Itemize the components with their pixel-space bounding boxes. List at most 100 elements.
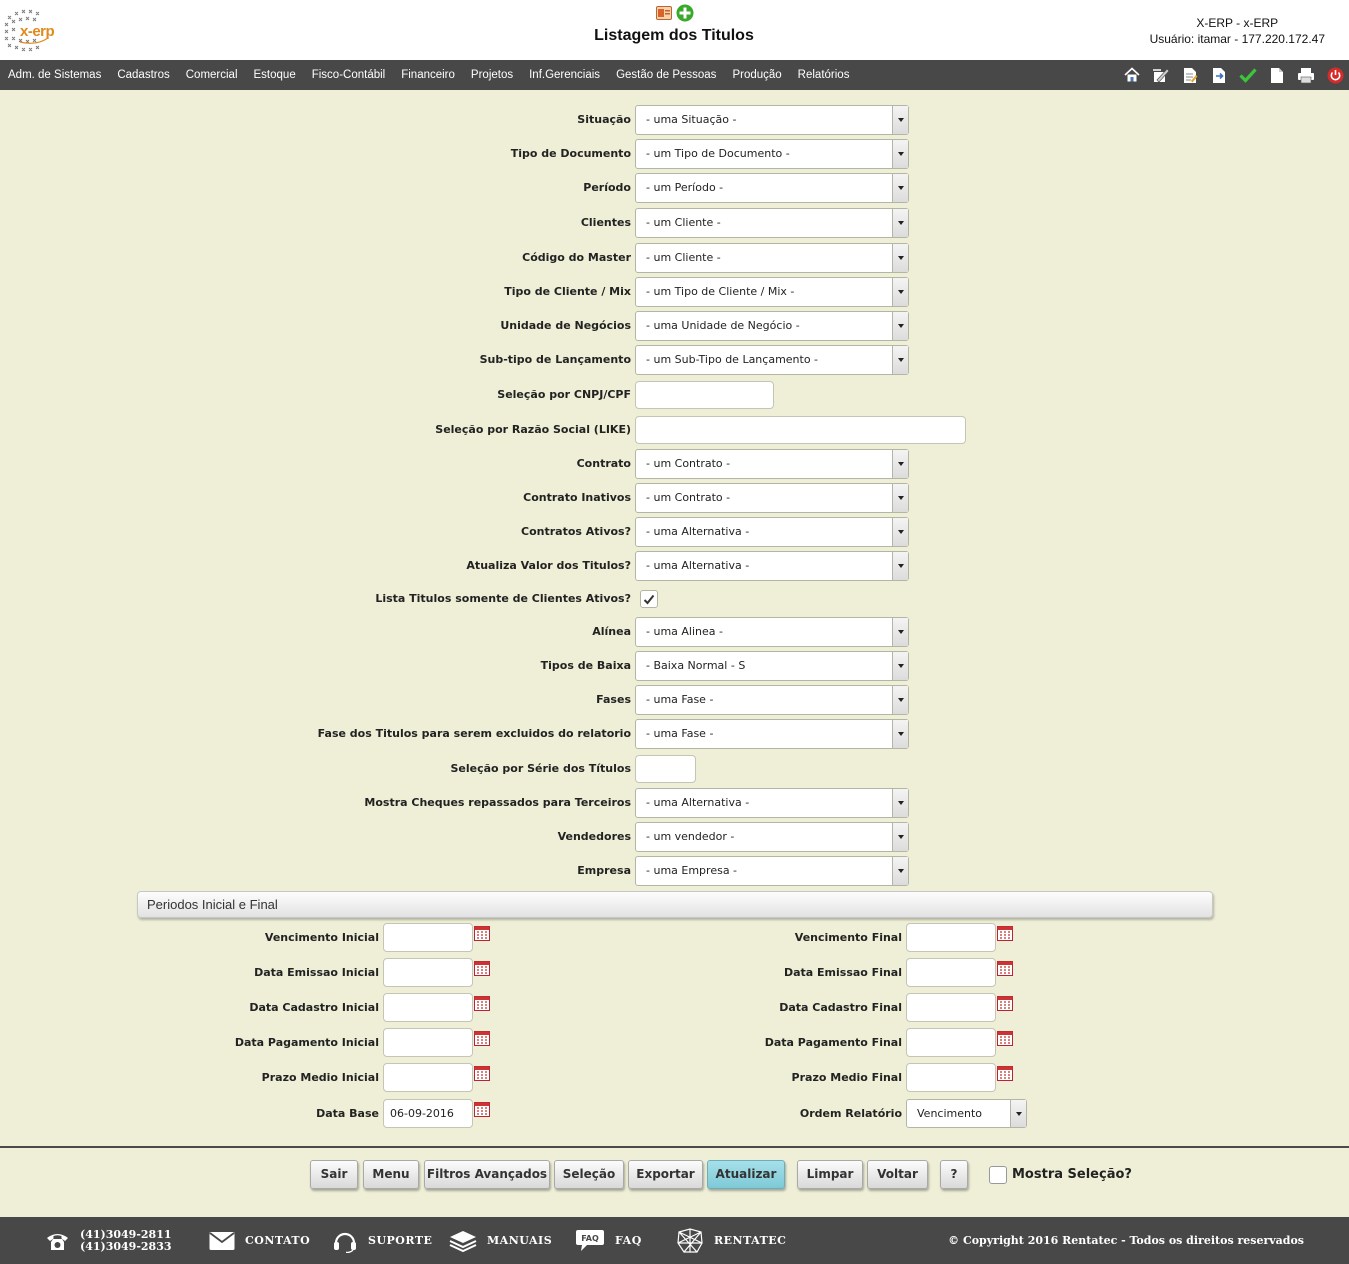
contratos-ativos-select[interactable]: - uma Alternativa - bbox=[635, 517, 909, 547]
print-icon[interactable] bbox=[1296, 65, 1316, 85]
chevron-down-icon[interactable] bbox=[892, 140, 908, 168]
footer-faq[interactable]: FAQ FAQ bbox=[575, 1217, 642, 1264]
tipo-documento-select[interactable]: - um Tipo de Documento - bbox=[635, 139, 909, 169]
menu-producao[interactable]: Produção bbox=[724, 60, 789, 90]
export-icon[interactable] bbox=[1209, 65, 1229, 85]
menu-gestao-pessoas[interactable]: Gestão de Pessoas bbox=[608, 60, 724, 90]
faq-link[interactable]: FAQ bbox=[615, 1234, 642, 1247]
vendedores-select[interactable]: - um vendedor - bbox=[635, 822, 909, 852]
calendar-icon[interactable] bbox=[474, 926, 490, 941]
calendar-icon[interactable] bbox=[997, 1031, 1013, 1046]
calendar-icon[interactable] bbox=[997, 926, 1013, 941]
chevron-down-icon[interactable] bbox=[892, 618, 908, 646]
chevron-down-icon[interactable] bbox=[892, 484, 908, 512]
exportar-button[interactable]: Exportar bbox=[628, 1160, 703, 1189]
menu-cadastros[interactable]: Cadastros bbox=[109, 60, 177, 90]
ordem-relatorio-select[interactable]: Vencimento bbox=[906, 1099, 1027, 1128]
calendar-icon[interactable] bbox=[474, 1031, 490, 1046]
menu-relatorios[interactable]: Relatórios bbox=[790, 60, 858, 90]
menu-projetos[interactable]: Projetos bbox=[463, 60, 521, 90]
prazo-final-input[interactable] bbox=[906, 1063, 996, 1092]
atualizar-button[interactable]: Atualizar bbox=[707, 1160, 785, 1189]
alinea-select[interactable]: - uma Alinea - bbox=[635, 617, 909, 647]
pagamento-inicial-input[interactable] bbox=[383, 1028, 473, 1057]
power-icon[interactable] bbox=[1325, 65, 1345, 85]
manuais-link[interactable]: MANUAIS bbox=[487, 1234, 552, 1247]
contrato-inativos-select[interactable]: - um Contrato - bbox=[635, 483, 909, 513]
calendar-icon[interactable] bbox=[474, 996, 490, 1011]
limpar-button[interactable]: Limpar bbox=[797, 1160, 863, 1189]
lista-titulos-checkbox[interactable] bbox=[640, 590, 658, 608]
new-document-icon[interactable] bbox=[1267, 65, 1287, 85]
selecao-button[interactable]: Seleção bbox=[554, 1160, 624, 1189]
calendar-icon[interactable] bbox=[474, 961, 490, 976]
tipo-cliente-select[interactable]: - um Tipo de Cliente / Mix - bbox=[635, 277, 909, 307]
calendar-icon[interactable] bbox=[474, 1102, 490, 1117]
edit-icon[interactable] bbox=[1151, 65, 1171, 85]
chevron-down-icon[interactable] bbox=[892, 278, 908, 306]
data-base-input[interactable]: 06-09-2016 bbox=[383, 1099, 473, 1128]
emissao-inicial-input[interactable] bbox=[383, 958, 473, 987]
serie-titulos-input[interactable] bbox=[635, 755, 696, 783]
menu-inf-gerenciais[interactable]: Inf.Gerenciais bbox=[521, 60, 608, 90]
rentatec-link[interactable]: RENTATEC bbox=[714, 1234, 786, 1247]
fase-excluidos-select[interactable]: - uma Fase - bbox=[635, 719, 909, 749]
menu-fisco-contabil[interactable]: Fisco-Contábil bbox=[304, 60, 394, 90]
cadastro-final-input[interactable] bbox=[906, 993, 996, 1022]
empresa-select[interactable]: - uma Empresa - bbox=[635, 856, 909, 886]
chevron-down-icon[interactable] bbox=[1010, 1100, 1026, 1127]
chevron-down-icon[interactable] bbox=[892, 518, 908, 546]
chevron-down-icon[interactable] bbox=[892, 312, 908, 340]
chevron-down-icon[interactable] bbox=[892, 823, 908, 851]
vencimento-inicial-input[interactable] bbox=[383, 923, 473, 952]
calendar-icon[interactable] bbox=[474, 1066, 490, 1081]
cadastro-inicial-input[interactable] bbox=[383, 993, 473, 1022]
chevron-down-icon[interactable] bbox=[892, 552, 908, 580]
chevron-down-icon[interactable] bbox=[892, 789, 908, 817]
chevron-down-icon[interactable] bbox=[892, 857, 908, 885]
document-edit-icon[interactable] bbox=[1180, 65, 1200, 85]
situacao-select[interactable]: - uma Situação - bbox=[635, 105, 909, 135]
pagamento-final-input[interactable] bbox=[906, 1028, 996, 1057]
calendar-icon[interactable] bbox=[997, 1066, 1013, 1081]
calendar-icon[interactable] bbox=[997, 996, 1013, 1011]
chevron-down-icon[interactable] bbox=[892, 686, 908, 714]
menu-comercial[interactable]: Comercial bbox=[178, 60, 246, 90]
subtipo-lancamento-select[interactable]: - um Sub-Tipo de Lançamento - bbox=[635, 345, 909, 375]
footer-manuais[interactable]: MANUAIS bbox=[449, 1217, 552, 1264]
check-icon[interactable] bbox=[1238, 65, 1258, 85]
tipos-baixa-select[interactable]: - Baixa Normal - S bbox=[635, 651, 909, 681]
chevron-down-icon[interactable] bbox=[892, 174, 908, 202]
menu-adm-sistemas[interactable]: Adm. de Sistemas bbox=[0, 60, 109, 90]
razao-social-input[interactable] bbox=[635, 416, 966, 444]
sair-button[interactable]: Sair bbox=[310, 1160, 358, 1189]
mostra-cheques-select[interactable]: - uma Alternativa - bbox=[635, 788, 909, 818]
home-icon[interactable] bbox=[1122, 65, 1142, 85]
unidade-negocios-select[interactable]: - uma Unidade de Negócio - bbox=[635, 311, 909, 341]
vencimento-final-input[interactable] bbox=[906, 923, 996, 952]
prazo-inicial-input[interactable] bbox=[383, 1063, 473, 1092]
emissao-final-input[interactable] bbox=[906, 958, 996, 987]
clientes-select[interactable]: - um Cliente - bbox=[635, 208, 909, 238]
atualiza-valor-select[interactable]: - uma Alternativa - bbox=[635, 551, 909, 581]
fases-select[interactable]: - uma Fase - bbox=[635, 685, 909, 715]
voltar-button[interactable]: Voltar bbox=[867, 1160, 928, 1189]
periodo-select[interactable]: - um Período - bbox=[635, 173, 909, 203]
chevron-down-icon[interactable] bbox=[892, 209, 908, 237]
add-icon[interactable] bbox=[676, 4, 694, 22]
chevron-down-icon[interactable] bbox=[892, 346, 908, 374]
codigo-master-select[interactable]: - um Cliente - bbox=[635, 243, 909, 273]
presentation-icon[interactable] bbox=[656, 6, 672, 20]
chevron-down-icon[interactable] bbox=[892, 450, 908, 478]
contato-link[interactable]: CONTATO bbox=[245, 1234, 310, 1247]
menu-estoque[interactable]: Estoque bbox=[246, 60, 304, 90]
chevron-down-icon[interactable] bbox=[892, 244, 908, 272]
menu-button[interactable]: Menu bbox=[363, 1160, 419, 1189]
footer-contato[interactable]: CONTATO bbox=[209, 1217, 310, 1264]
chevron-down-icon[interactable] bbox=[892, 106, 908, 134]
chevron-down-icon[interactable] bbox=[892, 652, 908, 680]
cnpj-input[interactable] bbox=[635, 381, 774, 409]
mostra-selecao-checkbox[interactable] bbox=[989, 1166, 1007, 1184]
filtros-avancados-button[interactable]: Filtros Avançados bbox=[424, 1160, 550, 1189]
footer-suporte[interactable]: SUPORTE bbox=[332, 1217, 432, 1264]
